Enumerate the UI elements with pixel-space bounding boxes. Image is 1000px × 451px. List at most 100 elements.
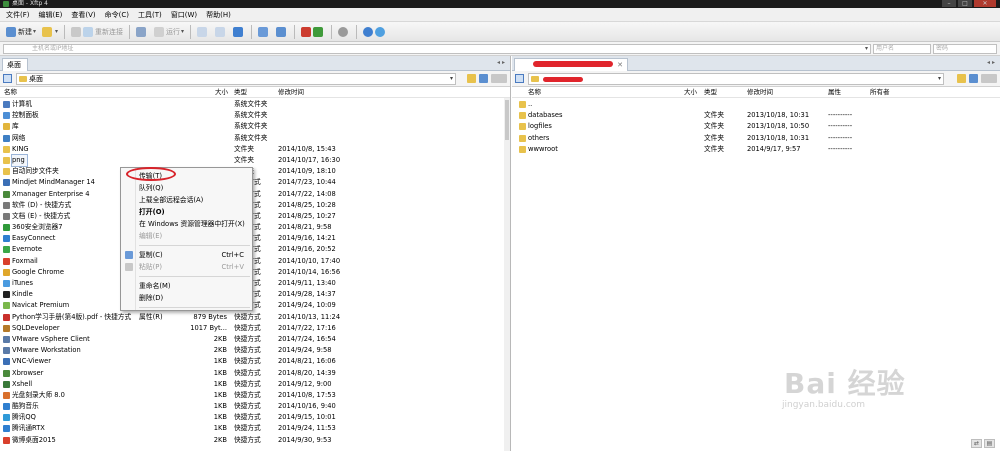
close-tab-icon[interactable]: ✕ <box>617 59 623 71</box>
table-row[interactable]: 腾讯QQ 1KB 快捷方式 2014/9/15, 10:01 <box>0 412 510 423</box>
table-row[interactable]: 库 系统文件夹 <box>0 121 510 132</box>
menu-tools[interactable]: 工具(T) <box>138 10 162 20</box>
tab-nav-arrows[interactable]: ◂▸ <box>987 59 997 66</box>
col-type[interactable]: 类型 <box>704 87 717 98</box>
sync-button[interactable] <box>230 24 248 40</box>
table-row[interactable]: 腾讯通RTX 1KB 快捷方式 2014/9/24, 11:53 <box>0 423 510 434</box>
table-row[interactable]: Mindjet MindManager 14快捷方式2014/7/23, 10:… <box>0 177 510 188</box>
table-row[interactable]: Navicat Premium快捷方式2014/9/24, 10:09 <box>0 300 510 311</box>
options-button[interactable] <box>335 24 353 40</box>
col-size[interactable]: 大小 <box>215 87 228 98</box>
table-row[interactable]: Google Chrome快捷方式2014/10/14, 16:56 <box>0 267 510 278</box>
xshell-button[interactable] <box>298 24 328 40</box>
col-modified[interactable]: 修改时间 <box>278 87 304 98</box>
col-name[interactable]: 名称 <box>4 87 17 98</box>
table-row[interactable]: databases 文件夹 2013/10/18, 10:31 ---------- <box>512 110 1000 121</box>
properties-button[interactable] <box>133 24 151 40</box>
col-type[interactable]: 类型 <box>234 87 247 98</box>
menu-item-queue[interactable]: 队列(Q) <box>121 182 252 194</box>
table-row[interactable]: KING 文件夹 2014/10/8, 15:43 <box>0 144 510 155</box>
scroll-thumb[interactable] <box>505 100 509 140</box>
log-window-icon[interactable]: ▤ <box>984 439 995 448</box>
close-button[interactable]: ✕ <box>974 0 996 7</box>
transfer-window-icon[interactable]: ⇄ <box>971 439 982 448</box>
copy-button[interactable] <box>255 24 273 40</box>
table-row[interactable]: 自动同步文件夹文件夹2014/10/9, 18:10 <box>0 166 510 177</box>
table-row[interactable]: EasyConnect快捷方式2014/9/16, 14:21 <box>0 233 510 244</box>
new-session-button[interactable]: 新建 ▾ <box>3 24 39 40</box>
table-row[interactable]: SQLDeveloper 1017 Byt... 快捷方式 2014/7/22, 17… <box>0 323 510 334</box>
table-row[interactable]: Xmanager Enterprise 4快捷方式2014/7/22, 14:0… <box>0 189 510 200</box>
view-icon[interactable] <box>515 74 524 83</box>
menu-item-properties[interactable]: 属性(R) <box>121 311 252 323</box>
table-row[interactable]: VMware Workstation 2KB 快捷方式 2014/9/24, 9:58 <box>0 345 510 356</box>
menu-item-paste[interactable]: 粘贴(P) Ctrl+V <box>121 261 252 273</box>
password-input[interactable]: 密码 <box>933 44 997 54</box>
col-attributes[interactable]: 属性 <box>828 87 841 98</box>
username-input[interactable]: 用户名 <box>873 44 931 54</box>
local-path-field[interactable]: 桌面 ▾ <box>16 73 456 85</box>
paste-button[interactable] <box>273 24 291 40</box>
help-button[interactable] <box>360 24 390 40</box>
table-row[interactable]: Foxmail快捷方式2014/10/10, 17:40 <box>0 256 510 267</box>
menu-file[interactable]: 文件(F) <box>6 10 30 20</box>
table-row[interactable]: 微博桌面2015 2KB 快捷方式 2014/9/30, 9:53 <box>0 435 510 446</box>
refresh-icon[interactable] <box>479 74 488 83</box>
view-mode-icon[interactable] <box>491 74 507 83</box>
folder-up-icon[interactable] <box>957 74 966 83</box>
table-row[interactable]: iTunes快捷方式2014/9/11, 13:40 <box>0 278 510 289</box>
chevron-down-icon[interactable]: ▾ <box>938 74 941 84</box>
menu-edit[interactable]: 编辑(E) <box>39 10 63 20</box>
table-row[interactable]: 网络 系统文件夹 <box>0 133 510 144</box>
col-size[interactable]: 大小 <box>684 87 697 98</box>
minimize-button[interactable]: – <box>942 0 956 7</box>
table-row[interactable]: others 文件夹 2013/10/18, 10:31 ---------- <box>512 133 1000 144</box>
host-input[interactable]: 主机名或IP地址 ▾ <box>3 44 871 54</box>
table-row[interactable]: Xshell 1KB 快捷方式 2014/9/12, 9:00 <box>0 379 510 390</box>
maximize-button[interactable]: □ <box>958 0 972 7</box>
menu-view[interactable]: 查看(V) <box>71 10 95 20</box>
table-row[interactable]: Evernote快捷方式2014/9/16, 20:52 <box>0 244 510 255</box>
menu-item-delete[interactable]: 删除(D) <box>121 292 252 304</box>
table-row[interactable]: 酷狗音乐 1KB 快捷方式 2014/10/16, 9:40 <box>0 401 510 412</box>
refresh-icon[interactable] <box>969 74 978 83</box>
view-icon[interactable] <box>3 74 12 83</box>
tab-nav-arrows[interactable]: ◂▸ <box>497 59 507 66</box>
menu-item-edit[interactable]: 编辑(E) <box>121 230 252 242</box>
chevron-down-icon[interactable]: ▾ <box>865 45 868 53</box>
menu-item-upload-all[interactable]: 上载全部远程会话(A) <box>121 194 252 206</box>
menu-item-open-explorer[interactable]: 在 Windows 资源管理器中打开(X) <box>121 218 252 230</box>
table-row[interactable]: VNC-Viewer 1KB 快捷方式 2014/8/21, 16:06 <box>0 356 510 367</box>
table-row[interactable]: Xbrowser 1KB 快捷方式 2014/8/20, 14:39 <box>0 368 510 379</box>
table-row[interactable]: VMware vSphere Client 2KB 快捷方式 2014/7/24, 1… <box>0 334 510 345</box>
run-button[interactable]: 运行 ▾ <box>151 24 187 40</box>
table-row[interactable]: 控制面板 系统文件夹 <box>0 110 510 121</box>
reconnect-button[interactable]: 重新连接 <box>68 24 126 40</box>
table-row[interactable]: 光盘刻录大师 8.0 1KB 快捷方式 2014/10/8, 17:53 <box>0 390 510 401</box>
open-folder-button[interactable]: ▾ <box>39 24 61 40</box>
back-button[interactable] <box>194 24 212 40</box>
view-mode-icon[interactable] <box>981 74 997 83</box>
col-modified[interactable]: 修改时间 <box>747 87 773 98</box>
forward-button[interactable] <box>212 24 230 40</box>
table-row[interactable]: 360安全浏览器7快捷方式2014/8/21, 9:58 <box>0 222 510 233</box>
folder-up-icon[interactable] <box>467 74 476 83</box>
local-scrollbar[interactable] <box>504 98 510 451</box>
col-name[interactable]: 名称 <box>528 87 541 98</box>
menu-item-rename[interactable]: 重命名(M) <box>121 280 252 292</box>
chevron-down-icon[interactable]: ▾ <box>450 74 453 84</box>
menu-item-copy[interactable]: 复制(C) Ctrl+C <box>121 249 252 261</box>
menu-help[interactable]: 帮助(H) <box>206 10 231 20</box>
table-row[interactable]: Kindle快捷方式2014/9/28, 14:37 <box>0 289 510 300</box>
table-row[interactable]: logfiles 文件夹 2013/10/18, 10:50 ---------- <box>512 121 1000 132</box>
table-row[interactable]: wwwroot 文件夹 2014/9/17, 9:57 ---------- <box>512 144 1000 155</box>
table-row[interactable]: 文档 (E) - 快捷方式快捷方式2014/8/25, 10:27 <box>0 211 510 222</box>
table-row[interactable]: 计算机 系统文件夹 <box>0 99 510 110</box>
col-owner[interactable]: 所有者 <box>870 87 890 98</box>
table-row[interactable]: png 文件夹 2014/10/17, 16:30 <box>0 153 510 168</box>
remote-path-field[interactable]: ▾ <box>528 73 944 85</box>
table-row[interactable]: Python学习手册(第4版).pdf - 快捷方式 879 Bytes 快捷方式 2… <box>0 312 510 323</box>
menu-command[interactable]: 命令(C) <box>105 10 129 20</box>
table-row[interactable]: 软件 (D) - 快捷方式快捷方式2014/8/25, 10:28 <box>0 200 510 211</box>
menu-window[interactable]: 窗口(W) <box>171 10 197 20</box>
